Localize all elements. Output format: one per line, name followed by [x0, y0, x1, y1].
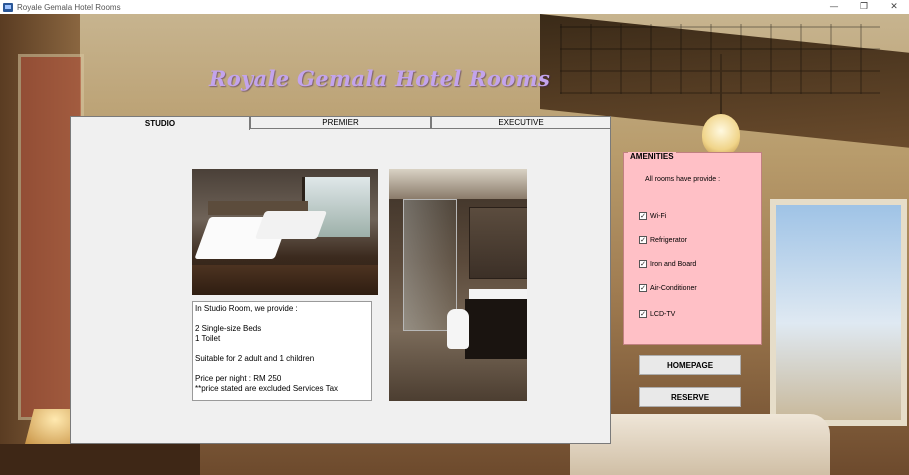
close-button[interactable]: ✕	[879, 0, 909, 14]
background-lamp	[702, 114, 740, 156]
amenity-label: Wi-Fi	[650, 212, 667, 220]
title-bar: Royale Gemala Hotel Rooms — ❐ ✕	[0, 0, 909, 14]
checkbox-icon[interactable]: ✓	[639, 260, 647, 268]
description-line	[195, 314, 369, 324]
photo-mirror	[469, 207, 527, 279]
amenities-groupbox: AMENITIES All rooms have provide : ✓ Wi-…	[623, 152, 762, 345]
description-line: In Studio Room, we provide :	[195, 304, 298, 313]
reserve-button[interactable]: RESERVE	[639, 387, 741, 407]
homepage-button[interactable]: HOMEPAGE	[639, 355, 741, 375]
amenity-lcd-tv[interactable]: ✓ LCD-TV	[639, 310, 675, 318]
amenities-title: AMENITIES	[628, 152, 676, 161]
bedroom-photo	[192, 169, 378, 295]
description-line: 2 Single-size Beds	[195, 324, 262, 333]
checkbox-icon[interactable]: ✓	[639, 236, 647, 244]
room-description-textbox[interactable]: In Studio Room, we provide : 2 Single-si…	[192, 301, 372, 401]
amenity-refrigerator[interactable]: ✓ Refrigerator	[639, 236, 687, 244]
checkbox-icon[interactable]: ✓	[639, 284, 647, 292]
amenity-air-conditioner[interactable]: ✓ Air-Conditioner	[639, 284, 697, 292]
page-title: Royale Gemala Hotel Rooms	[209, 66, 551, 91]
photo-vanity	[465, 299, 527, 359]
bathroom-photo	[389, 169, 527, 401]
amenity-label: Iron and Board	[650, 260, 697, 268]
amenity-iron-and-board[interactable]: ✓ Iron and Board	[639, 260, 696, 268]
tab-executive[interactable]: EXECUTIVE	[431, 116, 611, 129]
minimize-button[interactable]: —	[819, 0, 849, 14]
amenity-label: Refrigerator	[650, 236, 687, 244]
amenity-label: Air-Conditioner	[650, 284, 697, 292]
description-line: Suitable for 2 adult and 1 children	[195, 354, 315, 363]
description-line: **price stated are excluded Services Tax	[195, 384, 339, 393]
amenity-wifi[interactable]: ✓ Wi-Fi	[639, 212, 666, 220]
amenity-label: LCD-TV	[650, 310, 676, 318]
photo-bed	[254, 211, 328, 239]
photo-toilet	[447, 309, 469, 349]
window-title: Royale Gemala Hotel Rooms	[17, 2, 121, 12]
background-floor	[0, 444, 200, 475]
photo-floor	[192, 265, 378, 295]
description-line	[195, 364, 369, 374]
description-line: 1 Toilet	[195, 334, 221, 343]
background-window	[770, 199, 907, 426]
description-line	[195, 344, 369, 354]
restore-button[interactable]: ❐	[849, 0, 879, 14]
photo-ceiling	[389, 169, 527, 199]
amenities-note: All rooms have provide :	[645, 176, 721, 183]
tab-premier[interactable]: PREMIER	[250, 116, 431, 129]
description-line: Price per night : RM 250	[195, 374, 282, 383]
background-lamp-cord	[720, 54, 722, 116]
window-controls: — ❐ ✕	[819, 0, 909, 14]
checkbox-icon[interactable]: ✓	[639, 310, 647, 318]
checkbox-icon[interactable]: ✓	[639, 212, 647, 220]
tab-studio[interactable]: STUDIO	[70, 116, 250, 130]
photo-counter	[469, 289, 527, 299]
app-icon	[3, 2, 13, 12]
